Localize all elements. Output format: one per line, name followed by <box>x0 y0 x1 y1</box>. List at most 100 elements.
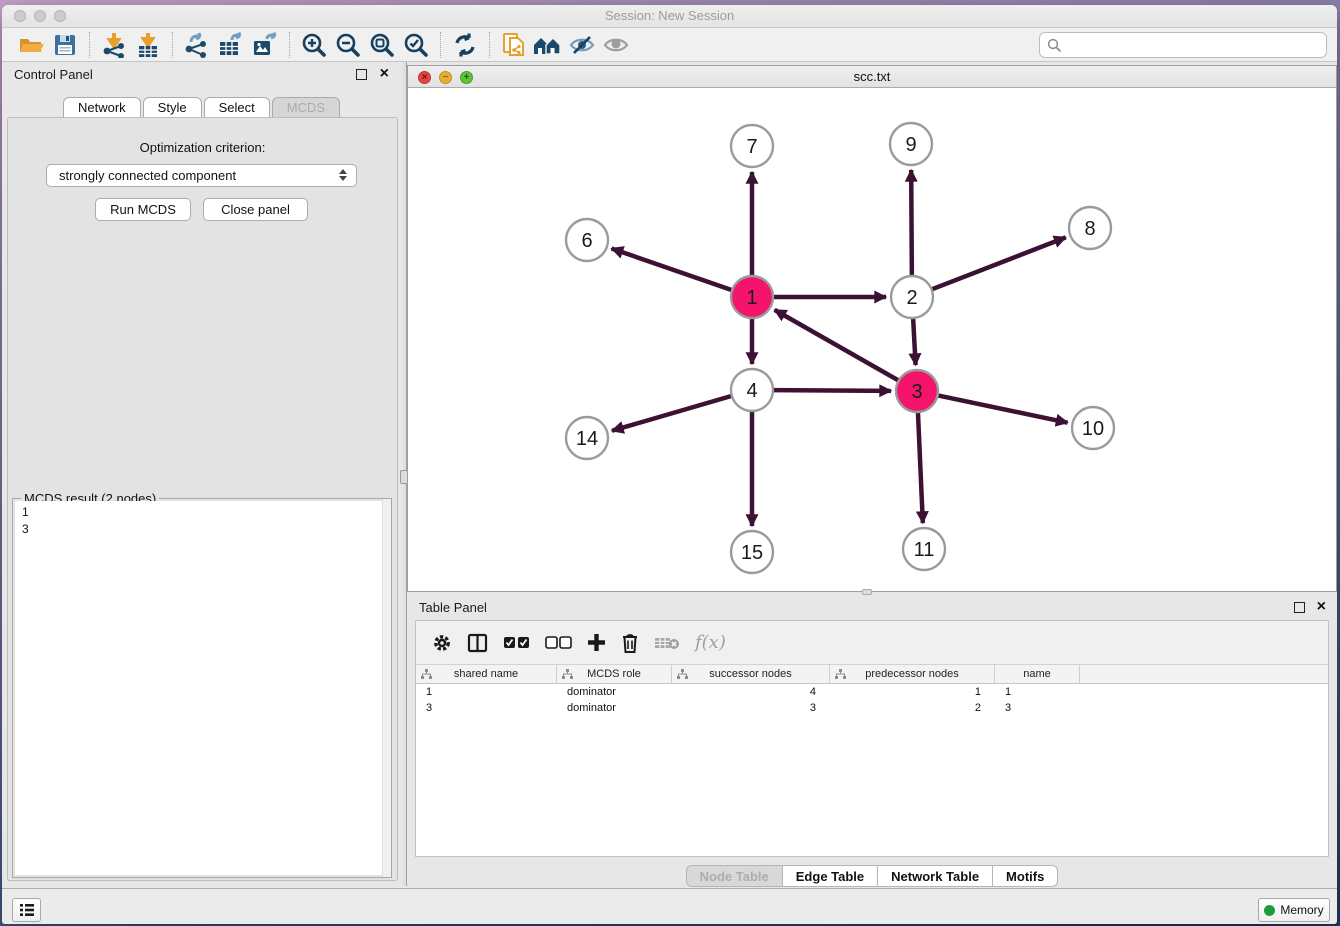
table-cell[interactable]: 3 <box>995 700 1080 716</box>
network-graph[interactable]: 1234678910111415 <box>408 88 1336 591</box>
edge-2-9[interactable] <box>911 170 912 275</box>
tab-select[interactable]: Select <box>204 97 270 118</box>
show-panel-list-button[interactable] <box>12 898 41 922</box>
zoom-selected-button[interactable] <box>399 30 433 60</box>
column-header-MCDS-role[interactable]: MCDS role <box>557 665 672 684</box>
edge-2-3[interactable] <box>913 319 915 365</box>
export-table-icon <box>217 32 245 58</box>
table-rows: 1dominator4113dominator323 <box>416 684 1328 716</box>
table-cell[interactable]: dominator <box>557 684 672 700</box>
clone-network-button[interactable] <box>497 30 531 60</box>
export-image-button[interactable] <box>248 30 282 60</box>
home-icon <box>532 33 564 57</box>
edge-3-1[interactable] <box>775 310 898 380</box>
network-view-window: × − + scc.txt 1234678910111415 <box>407 65 1337 592</box>
delete-table-button[interactable] <box>654 635 680 651</box>
result-scrollbar[interactable] <box>382 499 391 877</box>
graph-node-label: 8 <box>1084 218 1095 240</box>
column-header-predecessor-nodes[interactable]: predecessor nodes <box>830 665 995 684</box>
table-cell[interactable]: 4 <box>672 684 830 700</box>
unchecked-boxes-icon <box>545 636 572 649</box>
tab-edge-table[interactable]: Edge Table <box>783 865 878 887</box>
chevron-updown-icon <box>339 169 347 181</box>
save-session-button[interactable] <box>48 30 82 60</box>
show-columns-button[interactable] <box>467 633 488 653</box>
table-settings-button[interactable] <box>432 633 452 653</box>
export-table-button[interactable] <box>214 30 248 60</box>
graph-node-label: 3 <box>911 381 922 403</box>
edge-4-14[interactable] <box>612 396 731 431</box>
tab-style[interactable]: Style <box>143 97 202 118</box>
tab-node-table[interactable]: Node Table <box>686 865 783 887</box>
graph-node-label: 7 <box>746 136 757 158</box>
select-all-rows-button[interactable] <box>503 636 530 649</box>
close-panel-icon[interactable]: × <box>1317 597 1326 617</box>
network-canvas[interactable]: 1234678910111415 <box>408 88 1336 591</box>
edge-3-11[interactable] <box>918 413 923 523</box>
network-title: scc.txt <box>408 69 1336 84</box>
export-network-button[interactable] <box>180 30 214 60</box>
column-header-shared-name[interactable]: shared name <box>416 665 557 684</box>
show-all-button[interactable] <box>599 30 633 60</box>
control-panel-title: Control Panel <box>14 67 93 82</box>
table-cell[interactable]: 2 <box>830 700 995 716</box>
close-panel-icon[interactable]: × <box>380 64 389 84</box>
edge-2-8[interactable] <box>933 237 1066 289</box>
close-panel-button[interactable]: Close panel <box>203 198 308 221</box>
refresh-icon <box>452 32 478 58</box>
table-row[interactable]: 3dominator323 <box>416 700 1328 716</box>
table-cell[interactable]: 1 <box>995 684 1080 700</box>
tab-network[interactable]: Network <box>63 97 141 118</box>
zoom-out-button[interactable] <box>331 30 365 60</box>
table-toolbar: f(x) <box>416 621 1328 665</box>
memory-button[interactable]: Memory <box>1258 898 1330 922</box>
zoom-in-button[interactable] <box>297 30 331 60</box>
float-panel-icon[interactable] <box>356 69 367 80</box>
column-header-successor-nodes[interactable]: successor nodes <box>672 665 830 684</box>
hide-selected-button[interactable] <box>565 30 599 60</box>
list-icon <box>19 903 35 917</box>
float-panel-icon[interactable] <box>1294 602 1305 613</box>
edge-1-6[interactable] <box>612 248 732 289</box>
tab-network-table[interactable]: Network Table <box>878 865 993 887</box>
zoom-selected-icon <box>403 32 429 58</box>
import-table-button[interactable] <box>131 30 165 60</box>
table-cell[interactable]: dominator <box>557 700 672 716</box>
search-input[interactable] <box>1062 35 1326 55</box>
optimization-criterion-select[interactable]: strongly connected component <box>46 164 357 187</box>
import-table-icon <box>135 32 161 58</box>
tab-motifs[interactable]: Motifs <box>993 865 1058 887</box>
dropdown-value: strongly connected component <box>59 168 236 183</box>
tab-mcds[interactable]: MCDS <box>272 97 340 118</box>
gear-icon <box>432 633 452 653</box>
run-mcds-button[interactable]: Run MCDS <box>95 198 191 221</box>
delete-rows-button[interactable] <box>621 633 639 653</box>
zoom-fit-button[interactable] <box>365 30 399 60</box>
table-cell[interactable]: 1 <box>416 684 557 700</box>
search-field[interactable] <box>1039 32 1327 58</box>
edge-3-10[interactable] <box>939 396 1068 423</box>
table-row[interactable]: 1dominator411 <box>416 684 1328 700</box>
mcds-result-text[interactable]: 13 <box>15 501 389 875</box>
table-cell[interactable]: 3 <box>672 700 830 716</box>
column-header-name[interactable]: name <box>995 665 1080 684</box>
edge-4-3[interactable] <box>774 390 891 391</box>
table-panel: Table Panel × <box>407 595 1337 888</box>
open-session-button[interactable] <box>14 30 48 60</box>
table-cell[interactable]: 1 <box>830 684 995 700</box>
table-cell[interactable]: 3 <box>416 700 557 716</box>
graph-node-label: 6 <box>581 230 592 252</box>
search-icon <box>1047 38 1062 53</box>
add-row-button[interactable] <box>587 633 606 652</box>
delete-table-icon <box>654 635 680 651</box>
apply-layout-button[interactable] <box>448 30 482 60</box>
function-builder-button[interactable]: f(x) <box>695 632 726 653</box>
column-header-label: predecessor nodes <box>865 668 959 680</box>
mcds-tab-content: Optimization criterion: strongly connect… <box>7 117 398 881</box>
table-panel-title: Table Panel <box>419 600 487 615</box>
import-network-button[interactable] <box>97 30 131 60</box>
graph-node-label: 2 <box>906 287 917 309</box>
export-network-icon <box>183 32 211 58</box>
first-neighbors-button[interactable] <box>531 30 565 60</box>
deselect-all-rows-button[interactable] <box>545 636 572 649</box>
